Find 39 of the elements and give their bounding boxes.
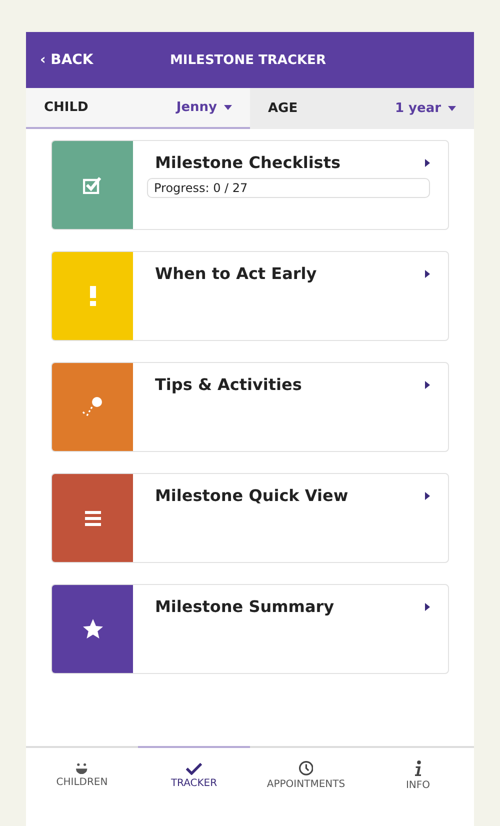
menu-card[interactable]: Milestone Quick View: [51, 473, 449, 563]
nav-tab[interactable]: CHILDREN: [26, 746, 138, 803]
dropdown-value[interactable]: Jenny: [176, 100, 232, 115]
chevron-icon: [425, 492, 430, 500]
nav-tab[interactable]: APPOINTMENTS: [250, 746, 362, 803]
card-title: Milestone Summary: [155, 597, 334, 616]
ball-toss-icon: [82, 396, 103, 418]
card-title: Tips & Activities: [155, 375, 302, 394]
menu-card[interactable]: Milestone Summary: [51, 584, 449, 674]
nav-tab[interactable]: TRACKER: [138, 746, 250, 803]
chevron-icon: [425, 380, 430, 388]
card-title: When to Act Early: [155, 264, 317, 283]
exclamation-icon: [90, 286, 96, 306]
clock-icon: [298, 761, 314, 776]
progress-label: Progress: 0 / 27: [147, 178, 430, 198]
selector-label: CHILD: [44, 100, 88, 115]
chevron-icon: [425, 158, 430, 166]
menu-card[interactable]: Tips & Activities: [51, 362, 449, 452]
caret-icon: [448, 106, 456, 111]
card-title: Milestone Checklists: [155, 153, 340, 172]
back-button[interactable]: ‹ BACK: [40, 52, 150, 68]
nav-tab[interactable]: INFO: [362, 746, 474, 803]
chevron-icon: [425, 270, 430, 278]
selector-tab[interactable]: AGE 1 year: [250, 88, 474, 129]
checkbox-icon: [83, 176, 102, 194]
selector-label: AGE: [268, 101, 298, 116]
card-title: Milestone Quick View: [155, 486, 348, 505]
menu-card[interactable]: Milestone Checklists Progress: 0 / 27: [51, 140, 449, 230]
selector-tab[interactable]: CHILD Jenny: [26, 88, 250, 129]
screen-title: MILESTONE TRACKER: [170, 52, 326, 68]
chevron-icon: [425, 602, 430, 610]
dropdown-value[interactable]: 1 year: [394, 101, 456, 116]
menu-icon: [84, 510, 100, 526]
caret-icon: [224, 105, 232, 110]
menu-card[interactable]: When to Act Early: [51, 251, 449, 341]
smiley-icon: [76, 762, 88, 774]
star-icon: [82, 619, 102, 639]
checkmark-icon: [186, 762, 202, 774]
info-icon: [414, 760, 422, 777]
